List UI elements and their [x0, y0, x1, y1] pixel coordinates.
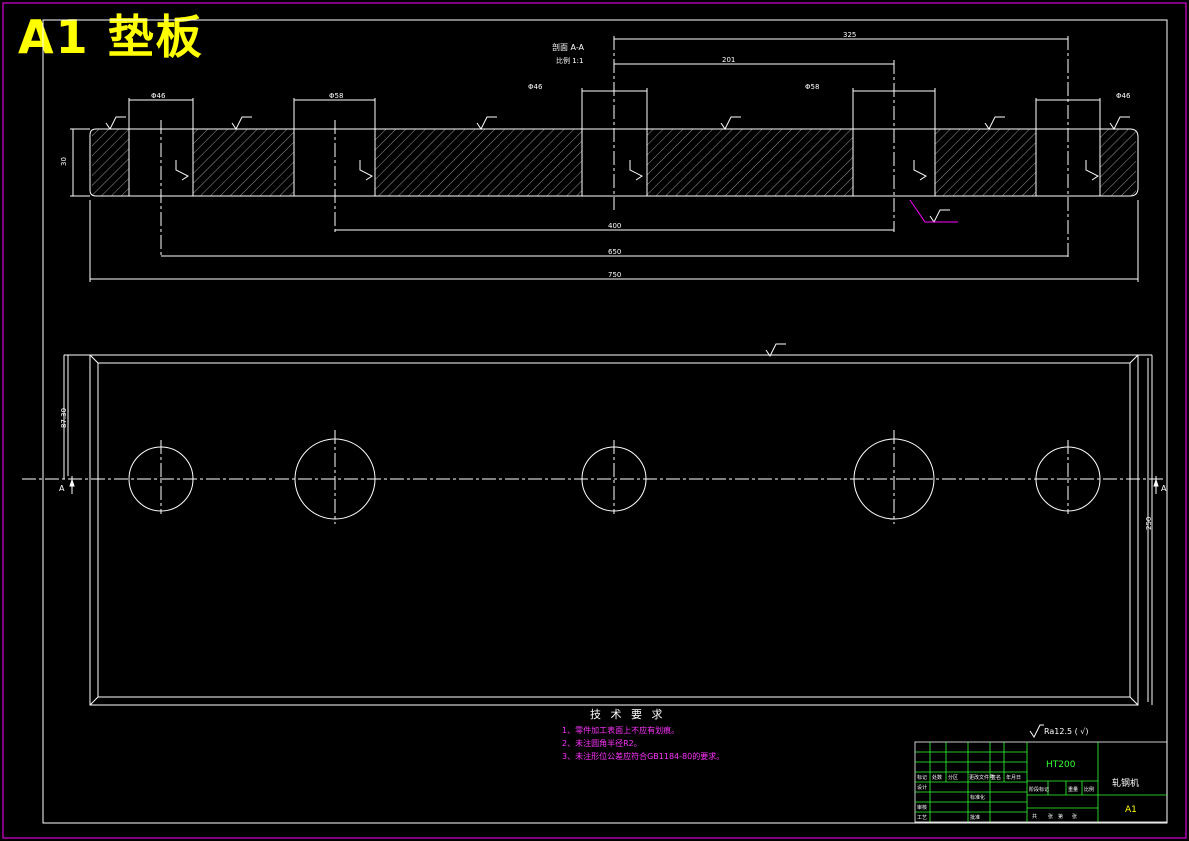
tb-role: 标准化 [970, 794, 985, 801]
dim-87-30: 87.30 [60, 408, 68, 428]
dim-400: 400 [608, 222, 621, 230]
tb-sheet: 张 [1072, 813, 1077, 820]
dim-650: 650 [608, 248, 621, 256]
dim-46-right: Φ46 [1116, 92, 1131, 100]
tb-stage: 比例 [1084, 786, 1094, 793]
tech-heading: 技 术 要 求 [590, 708, 666, 721]
tb-role: 批准 [970, 814, 980, 821]
section-view [70, 36, 1139, 282]
technical-requirements: 技 术 要 求 1、零件加工表面上不应有划痕。 2、未注圆角半径R2。 3、未注… [562, 708, 724, 763]
tb-role: 审核 [917, 804, 927, 811]
tb-role: 设计 [917, 784, 927, 791]
machine-name: 轧钢机 [1112, 777, 1139, 789]
tb-role: 工艺 [917, 815, 927, 821]
dim-201: 201 [722, 56, 735, 64]
dim-30: 30 [60, 157, 68, 166]
dim-325: 325 [843, 31, 856, 39]
cut-mark-left: A [59, 484, 65, 493]
tech-item: 1、零件加工表面上不应有划痕。 [562, 726, 680, 735]
tb-stage: 阶段标记 [1029, 786, 1049, 793]
tb-sheet: 第 [1058, 813, 1063, 820]
cut-mark-right: A [1161, 484, 1167, 493]
roughness-general-icon [1029, 724, 1044, 738]
plan-view [22, 354, 1166, 706]
tech-item: 2、未注圆角半径R2。 [562, 739, 642, 748]
tb-sheet: 共 [1032, 813, 1037, 820]
dim-46-mid: Φ46 [528, 83, 543, 91]
tb-label: 标记 [917, 774, 927, 781]
leader-line [909, 199, 958, 223]
section-label: 剖面 A-A [552, 42, 585, 52]
tb-sheet: 张 [1048, 813, 1053, 820]
tb-label: 分区 [948, 774, 958, 781]
sheet-name: A1 [1125, 805, 1137, 815]
dim-750: 750 [608, 271, 621, 279]
tb-stage: 重量 [1068, 786, 1078, 793]
dim-58-mid: Φ58 [805, 83, 819, 91]
material: HT200 [1046, 760, 1076, 770]
dim-46-left: Φ46 [151, 92, 166, 100]
tech-item: 3、未注形位公差应符合GB1184-80的要求。 [562, 752, 725, 761]
scale-label: 比例 1:1 [556, 56, 584, 65]
tb-label: 处数 [932, 774, 942, 781]
roughness-note: Ra12.5 ( √) [1044, 727, 1089, 736]
dim-250: 250 [1145, 517, 1153, 530]
tb-label: 签名 [991, 774, 1001, 781]
dim-58-left: Φ58 [329, 92, 343, 100]
tb-label: 年月日 [1006, 774, 1021, 781]
